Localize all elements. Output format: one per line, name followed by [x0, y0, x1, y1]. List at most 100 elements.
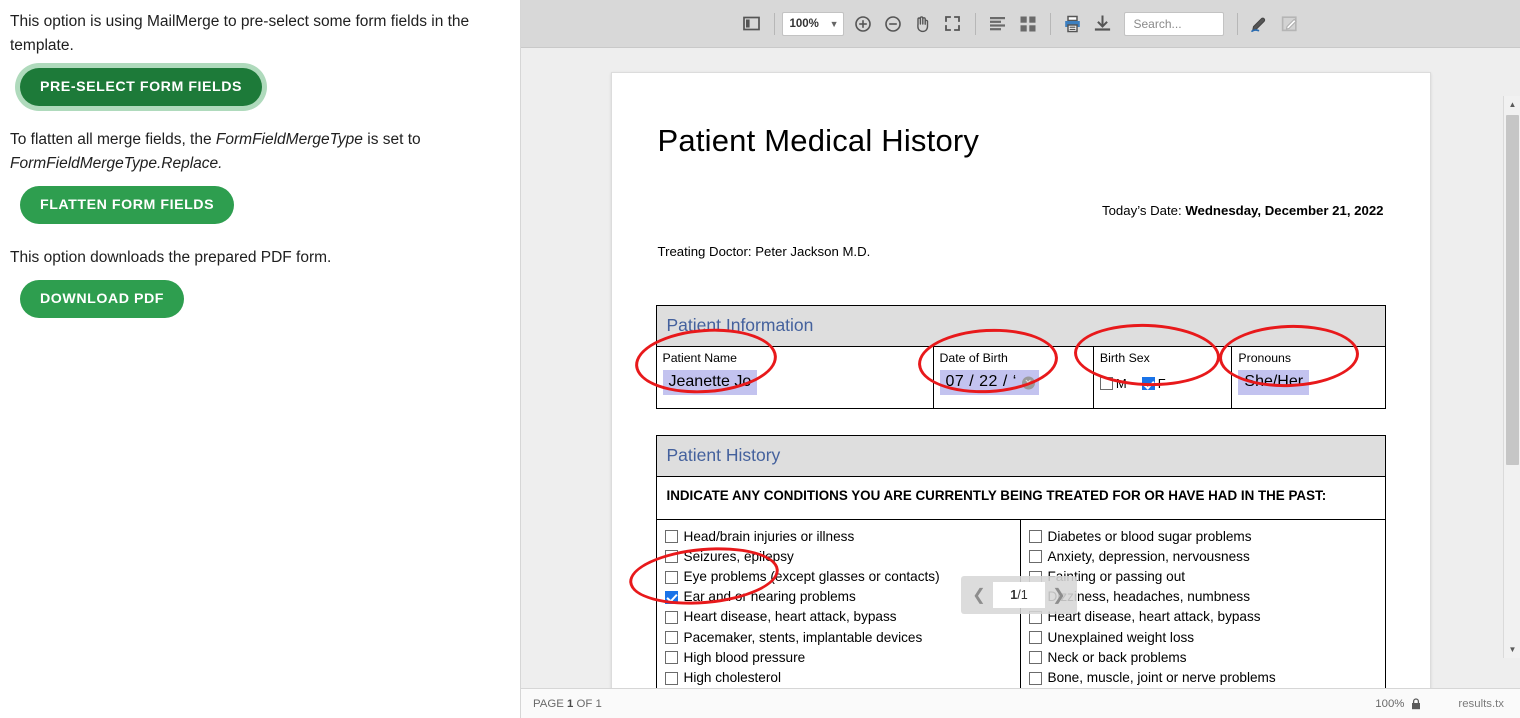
- flatten-description: To flatten all merge fields, the FormFie…: [10, 128, 500, 176]
- date-of-birth-value: 07 / 22 / ‘: [945, 373, 1017, 390]
- document-filename: results.tx: [1458, 697, 1504, 710]
- chevron-left-icon[interactable]: ❮: [965, 580, 993, 610]
- patient-name-input[interactable]: Jeanette Jo: [662, 370, 758, 395]
- list-item[interactable]: Ear and or hearing problems: [664, 587, 1012, 607]
- condition-label: Dizziness, headaches, numbness: [1047, 589, 1251, 605]
- preselect-description: This option is using MailMerge to pre-se…: [10, 13, 470, 55]
- condition-label: Eye problems (except glasses or contacts…: [683, 568, 940, 584]
- list-item[interactable]: Heart disease, heart attack, bypass: [664, 607, 1012, 627]
- list-item[interactable]: Neck or back problems: [1028, 648, 1377, 668]
- list-item[interactable]: Dizziness, headaches, numbness: [1028, 587, 1377, 607]
- condition-label: Pacemaker, stents, implantable devices: [683, 629, 923, 645]
- todays-date-value: Wednesday, December 21, 2022: [1185, 203, 1384, 218]
- page-status: PAGE 1 OF 1: [533, 698, 602, 710]
- toolbar-divider: [773, 12, 775, 35]
- hand-pan-icon[interactable]: [908, 9, 938, 39]
- patient-history-header-row: Patient History: [656, 435, 1385, 477]
- page-title: Patient Medical History: [657, 123, 980, 158]
- list-item[interactable]: Seizures, epilepsy: [664, 547, 1012, 567]
- list-item[interactable]: Unexplained weight loss: [1028, 628, 1377, 648]
- pre-select-form-fields-button[interactable]: PRE-SELECT FORM FIELDS: [20, 68, 263, 107]
- date-of-birth-input[interactable]: 07 / 22 / ‘ ✕: [939, 370, 1039, 395]
- list-item[interactable]: Pacemaker, stents, implantable devices: [664, 628, 1012, 648]
- print-icon[interactable]: [1058, 9, 1088, 39]
- scroll-down-arrow-icon[interactable]: ▼: [1504, 641, 1520, 658]
- search-input[interactable]: [1131, 15, 1216, 32]
- condition-checkbox[interactable]: [664, 651, 678, 665]
- left-options-panel: This option is using MailMerge to pre-se…: [0, 0, 520, 718]
- patient-history-instruction-row: INDICATE ANY CONDITIONS YOU ARE CURRENTL…: [656, 477, 1385, 520]
- condition-checkbox[interactable]: [664, 550, 678, 564]
- download-pdf-button[interactable]: DOWNLOAD PDF: [20, 280, 185, 319]
- scrollbar-thumb[interactable]: [1506, 115, 1519, 465]
- flatten-form-fields-button[interactable]: FLATTEN FORM FIELDS: [20, 186, 235, 225]
- vertical-scrollbar[interactable]: ▲ ▼: [1503, 96, 1520, 658]
- page-current: 1: [1010, 588, 1018, 602]
- condition-checkbox[interactable]: [664, 590, 678, 604]
- birth-sex-male-checkbox[interactable]: [1099, 377, 1113, 390]
- list-item[interactable]: Eye problems (except glasses or contacts…: [664, 567, 1012, 587]
- condition-checkbox[interactable]: [1028, 651, 1042, 665]
- patient-name-cell: Patient Name Jeanette Jo: [656, 346, 934, 409]
- patient-information-table: Patient Information Patient Name Jeanett…: [655, 305, 1386, 409]
- list-item[interactable]: Head/brain injuries or illness: [664, 527, 1012, 547]
- pronouns-label: Pronouns: [1238, 351, 1292, 365]
- annotate-edit-icon[interactable]: [1275, 9, 1305, 39]
- status-zoom-level: 100%: [1375, 697, 1405, 710]
- condition-checkbox[interactable]: [1028, 671, 1042, 685]
- download-button-row: DOWNLOAD PDF: [10, 280, 506, 336]
- zoom-level-select[interactable]: 100% ▼: [781, 11, 844, 36]
- patient-history-title: Patient History: [656, 435, 1385, 477]
- condition-checkbox[interactable]: [1028, 550, 1042, 564]
- patient-information-header-row: Patient Information: [656, 305, 1385, 347]
- condition-checkbox[interactable]: [664, 530, 678, 544]
- list-item[interactable]: Anxiety, depression, nervousness: [1028, 547, 1377, 567]
- preselect-button-row: PRE-SELECT FORM FIELDS: [10, 68, 506, 124]
- fit-to-screen-icon[interactable]: [938, 9, 968, 39]
- download-icon[interactable]: [1088, 9, 1118, 39]
- grid-view-icon[interactable]: [1013, 9, 1043, 39]
- chevron-right-icon[interactable]: ❯: [1045, 580, 1073, 610]
- chevron-down-icon: ▼: [829, 18, 839, 29]
- list-item[interactable]: Bone, muscle, joint or nerve problems: [1028, 668, 1377, 688]
- condition-label: Head/brain injuries or illness: [683, 528, 855, 544]
- list-item[interactable]: High blood pressure: [664, 648, 1012, 668]
- condition-label: Anxiety, depression, nervousness: [1047, 548, 1250, 564]
- zoom-in-icon[interactable]: [848, 9, 878, 39]
- download-description: This option downloads the prepared PDF f…: [10, 249, 332, 267]
- page-number-display[interactable]: 1 / 1: [993, 582, 1045, 608]
- flatten-desc-type: FormFieldMergeType: [215, 131, 363, 149]
- sidebar-toggle-icon[interactable]: [737, 9, 767, 39]
- clear-date-icon[interactable]: ✕: [1021, 376, 1035, 389]
- instruction-cell: INDICATE ANY CONDITIONS YOU ARE CURRENTL…: [656, 477, 1385, 520]
- condition-checkbox[interactable]: [1028, 631, 1042, 645]
- scroll-up-arrow-icon[interactable]: ▲: [1504, 96, 1520, 113]
- toolbar-divider: [1049, 12, 1051, 35]
- toolbar-divider: [1236, 12, 1238, 35]
- pdf-page-area[interactable]: Patient Medical History Today’s Date: We…: [521, 48, 1520, 688]
- condition-checkbox[interactable]: [1028, 530, 1042, 544]
- pronouns-input[interactable]: She/Her: [1238, 370, 1310, 395]
- list-item[interactable]: Diabetes or blood sugar problems: [1028, 527, 1377, 547]
- list-item[interactable]: Heart disease, heart attack, bypass: [1028, 607, 1377, 627]
- birth-sex-female-checkbox[interactable]: [1141, 377, 1155, 390]
- pronouns-cell: Pronouns She/Her: [1232, 347, 1385, 409]
- condition-label: Neck or back problems: [1047, 649, 1187, 665]
- highlighter-pen-icon[interactable]: [1245, 9, 1275, 39]
- list-item[interactable]: High cholesterol: [664, 668, 1012, 688]
- patient-history-table: Patient History INDICATE ANY CONDITIONS …: [655, 435, 1386, 688]
- patient-information-fields-row: Patient Name Jeanette Jo Date of Birth 0…: [656, 346, 1385, 409]
- condition-checkbox[interactable]: [664, 631, 678, 645]
- search-box[interactable]: [1123, 11, 1224, 36]
- treating-doctor-line: Treating Doctor: Peter Jackson M.D.: [657, 244, 871, 259]
- single-page-view-icon[interactable]: [983, 9, 1013, 39]
- page-total: 1: [1020, 588, 1028, 602]
- list-item[interactable]: Fainting or passing out: [1028, 567, 1377, 587]
- condition-checkbox[interactable]: [664, 610, 678, 624]
- condition-checkbox[interactable]: [664, 570, 678, 584]
- page-status-pre: PAGE: [533, 697, 567, 710]
- condition-checkbox[interactable]: [664, 671, 678, 685]
- zoom-out-icon[interactable]: [878, 9, 908, 39]
- date-of-birth-label: Date of Birth: [939, 351, 1008, 365]
- status-right-group: 100% results.tx: [1375, 698, 1504, 710]
